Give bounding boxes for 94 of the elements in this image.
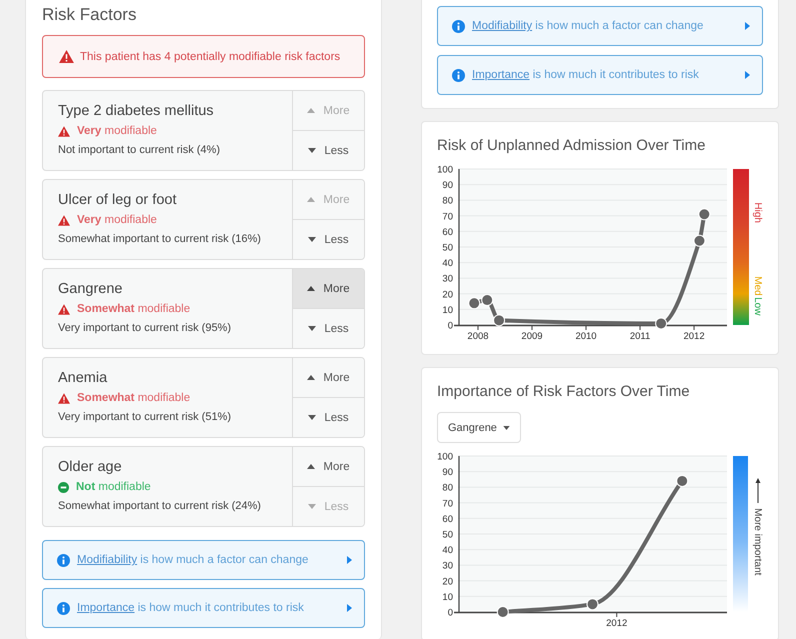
x-tick-label: 2009 xyxy=(521,331,543,342)
importance-text: Not important to current risk (4%) xyxy=(58,143,221,158)
data-point xyxy=(655,317,668,330)
x-tick-label: 2011 xyxy=(630,331,650,342)
importance-text: Somewhat important to current risk (16%) xyxy=(58,232,262,247)
less-button[interactable]: Less xyxy=(293,219,364,259)
importance-text: Very important to current risk (95%) xyxy=(58,321,232,336)
info-banner[interactable]: Importance is how much it contributes to risk xyxy=(437,55,763,95)
importance-text: Very important to current risk (51%) xyxy=(58,410,232,425)
modifiability-text: Not modifiable xyxy=(76,481,151,493)
data-point xyxy=(493,314,506,326)
y-tick-label: 70 xyxy=(442,211,453,222)
modifiability-text: Somewhat modifiable xyxy=(77,303,190,315)
data-point xyxy=(693,234,706,247)
y-tick-label: 40 xyxy=(442,258,453,270)
y-tick-label: 50 xyxy=(442,530,453,540)
term-link[interactable]: Importance xyxy=(77,602,135,614)
y-tick-label: 0 xyxy=(448,320,453,332)
y-tick-label: 80 xyxy=(442,196,453,207)
y-tick-label: 60 xyxy=(442,226,453,238)
factor-name: Type 2 diabetes mellitus xyxy=(58,102,215,120)
caret-down-icon xyxy=(502,426,510,430)
importance-text: Somewhat important to current risk (24%) xyxy=(58,499,262,514)
modifiability-text: Very modifiable xyxy=(77,125,157,137)
y-tick-label: 0 xyxy=(448,608,453,618)
x-tick-label: 2012 xyxy=(606,618,628,629)
info-banner[interactable]: Modifiability is how much a factor can change xyxy=(437,6,763,46)
y-tick-label: 60 xyxy=(442,514,453,525)
scale-label: High xyxy=(752,202,763,223)
scale-label: More important xyxy=(752,508,763,576)
y-tick-label: 70 xyxy=(442,498,453,510)
chart-title: Risk of Unplanned Admission Over Time xyxy=(437,137,706,155)
y-tick-label: 20 xyxy=(442,289,453,300)
less-button[interactable]: Less xyxy=(293,308,364,348)
y-tick-label: 30 xyxy=(442,560,453,572)
y-tick-label: 100 xyxy=(437,164,453,176)
factor-name: Ulcer of leg or foot xyxy=(58,191,178,209)
y-tick-label: 10 xyxy=(442,592,453,603)
y-tick-label: 90 xyxy=(442,467,453,478)
modifiability-text: Very modifiable xyxy=(77,214,157,226)
less-button[interactable]: Less xyxy=(293,397,364,437)
factor-name: Older age xyxy=(58,458,123,476)
caret-down-icon xyxy=(308,148,316,153)
scale-label: Med xyxy=(752,276,763,296)
section-heading: Risk Factors xyxy=(42,5,138,25)
caret-down-icon xyxy=(308,415,316,420)
more-button[interactable]: More xyxy=(293,269,364,308)
y-tick-label: 90 xyxy=(442,180,453,192)
chart-title: Importance of Risk Factors Over Time xyxy=(437,383,691,401)
x-tick-label: 2012 xyxy=(683,331,705,342)
caret-down-icon xyxy=(308,504,316,509)
info-icon xyxy=(57,602,70,614)
arrow-icon xyxy=(756,478,760,504)
expand-arrow-icon xyxy=(347,604,352,612)
info-text: Importance is how much it contributes to risk xyxy=(472,69,700,81)
modifiability-text: Somewhat modifiable xyxy=(77,392,190,404)
term-link[interactable]: Importance xyxy=(472,69,530,81)
info-icon xyxy=(452,68,465,82)
caret-down-icon xyxy=(308,326,316,331)
info-icon xyxy=(452,20,465,32)
expand-arrow-icon xyxy=(745,22,750,30)
y-tick-label: 10 xyxy=(442,304,453,316)
less-button[interactable]: Less xyxy=(293,130,364,170)
alert-text: This patient has 4 potentially modifiable risk factors xyxy=(80,50,340,62)
info-banner[interactable]: Importance is how much it contributes to risk xyxy=(42,588,365,628)
x-tick-label: 2010 xyxy=(575,331,597,342)
y-tick-label: 30 xyxy=(442,274,453,285)
expand-arrow-icon xyxy=(347,556,352,564)
caret-up-icon xyxy=(307,464,316,469)
expand-arrow-icon xyxy=(745,71,750,79)
term-link[interactable]: Modifiability xyxy=(77,554,138,566)
term-link[interactable]: Modifiability xyxy=(472,20,532,32)
caret-up-icon xyxy=(307,197,316,202)
factor-dropdown[interactable]: Gangrene xyxy=(437,412,521,443)
caret-up-icon xyxy=(307,286,316,291)
y-tick-label: 80 xyxy=(442,482,453,494)
y-tick-label: 100 xyxy=(437,452,453,462)
factor-name: Gangrene xyxy=(58,280,124,298)
data-point xyxy=(496,606,509,618)
y-tick-label: 50 xyxy=(442,242,453,254)
caret-up-icon xyxy=(307,108,316,113)
factor-name: Anemia xyxy=(58,369,108,387)
y-tick-label: 20 xyxy=(442,576,453,588)
caret-down-icon xyxy=(308,237,316,242)
info-text: Importance is how much it contributes to risk xyxy=(77,602,305,614)
info-text: Modifiability is how much a factor can change xyxy=(472,20,704,32)
x-tick-label: 2008 xyxy=(467,331,489,342)
info-text: Modifiability is how much a factor can change xyxy=(77,554,310,566)
caret-up-icon xyxy=(307,375,316,380)
info-icon xyxy=(57,554,70,566)
y-tick-label: 40 xyxy=(442,545,453,556)
info-banner[interactable]: Modifiability is how much a factor can change xyxy=(42,540,365,580)
scale-label: Low xyxy=(752,297,763,316)
warning-icon xyxy=(59,50,74,63)
